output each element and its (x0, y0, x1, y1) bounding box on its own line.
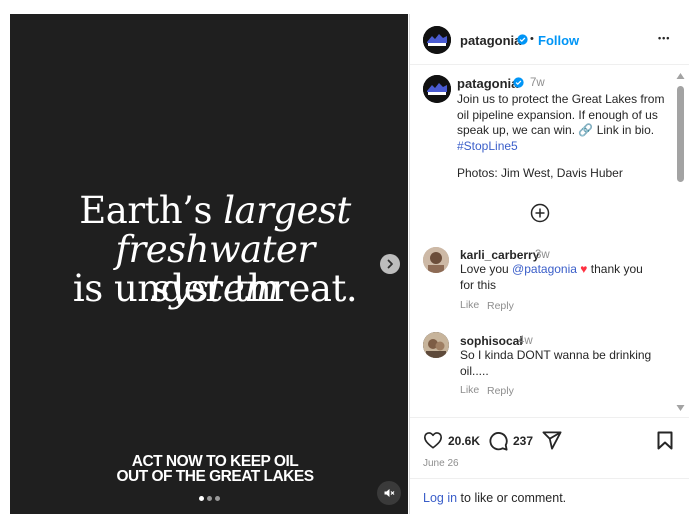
comments-scrollbar[interactable] (676, 72, 685, 412)
comment-text: So I kinda DONT wanna be drinking oil...… (460, 348, 652, 378)
login-prompt: Log in to like or comment. (423, 491, 567, 505)
caption-avatar[interactable] (423, 75, 451, 103)
carousel-dot (207, 496, 212, 501)
chevron-right-icon (387, 259, 393, 269)
comment-reply-button[interactable]: Reply (487, 385, 514, 397)
header-username[interactable]: patagonia (460, 33, 521, 48)
caption-text: Join us to protect the Great Lakes from … (457, 92, 667, 154)
comment-reply-button[interactable]: Reply (487, 300, 514, 312)
login-link[interactable]: Log in (423, 491, 457, 505)
hashtag-link[interactable]: #StopLine5 (457, 139, 667, 155)
caption-username[interactable]: patagonia (457, 76, 518, 91)
header-dot: • (530, 33, 534, 45)
avatar[interactable] (423, 26, 451, 54)
mention-link[interactable]: @patagonia (512, 262, 577, 276)
headline-line-1: Earth’s largest (79, 189, 351, 232)
actions-divider (410, 417, 689, 418)
post-date: June 26 (423, 458, 459, 469)
share-icon[interactable] (542, 431, 562, 450)
comment-time: 3w (535, 249, 550, 261)
comment-time: 4w (518, 335, 533, 347)
caption-photo-credit: Photos: Jim West, Davis Huber (457, 166, 623, 180)
more-icon: ••• (658, 33, 671, 43)
comment-like-button[interactable]: Like (460, 299, 479, 311)
comment-like-button[interactable]: Like (460, 384, 479, 396)
comment-icon[interactable] (488, 431, 508, 451)
like-count[interactable]: 20.6K (448, 434, 480, 448)
carousel-dot (215, 496, 220, 501)
comment-avatar[interactable] (423, 247, 449, 273)
post-media[interactable]: Earth’s largest freshwater system is und… (10, 14, 408, 514)
comment-text: Love you @patagonia ♥ thank you for this (460, 262, 643, 292)
comment-username[interactable]: karli_carberry (460, 248, 539, 262)
mute-icon (384, 489, 395, 497)
bookmark-icon[interactable] (657, 431, 673, 450)
scrollbar-thumb[interactable] (677, 86, 684, 182)
more-options-button[interactable]: ••• (658, 33, 670, 43)
follow-button[interactable]: Follow (538, 33, 579, 48)
verified-badge-icon (517, 34, 528, 45)
verified-badge-icon (513, 77, 524, 88)
cta-line-2: OUT OF THE GREAT LAKES (116, 468, 314, 485)
mute-button[interactable] (377, 481, 401, 505)
headline-line-3: is under threat. (72, 267, 358, 310)
next-slide-button[interactable] (380, 254, 400, 274)
link-icon: 🔗 (578, 123, 594, 137)
header-divider (410, 64, 689, 65)
scroll-up-arrow-icon[interactable] (676, 72, 685, 80)
comment-avatar[interactable] (423, 332, 449, 358)
carousel-dot-active (199, 496, 204, 501)
comment-username[interactable]: sophisocal (460, 334, 523, 348)
login-divider (410, 478, 689, 479)
comment-count[interactable]: 237 (513, 434, 533, 448)
scroll-down-arrow-icon[interactable] (676, 404, 685, 412)
add-circle-icon[interactable] (530, 203, 550, 223)
heart-icon[interactable] (423, 431, 443, 449)
caption-time: 7w (530, 77, 545, 89)
